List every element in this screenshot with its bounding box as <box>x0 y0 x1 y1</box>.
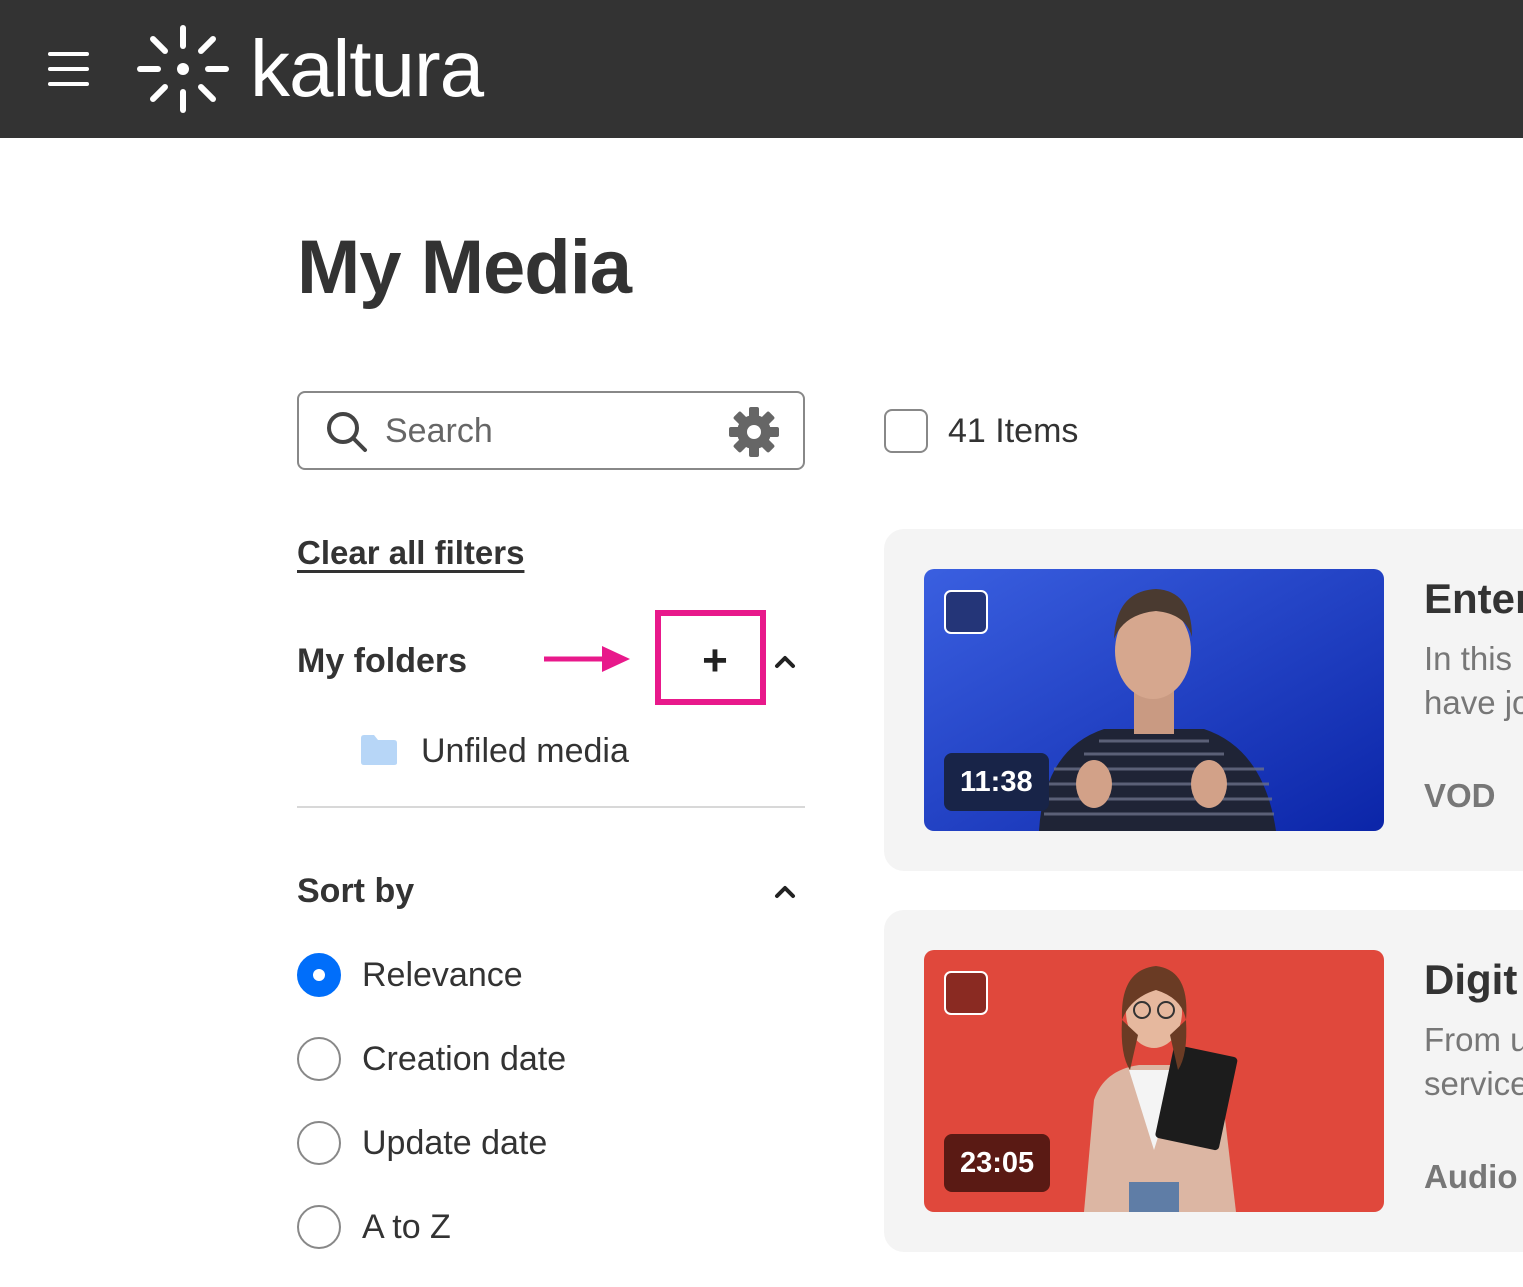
media-type: Audio <box>1424 1158 1518 1195</box>
sort-option-label: A to Z <box>362 1208 451 1246</box>
media-title[interactable]: Digit <box>1424 952 1517 1008</box>
clear-all-filters-link[interactable]: Clear all filters <box>297 530 524 576</box>
media-description: From u service <box>1424 1021 1523 1102</box>
gear-icon[interactable] <box>727 405 781 459</box>
search-box <box>297 391 805 470</box>
media-card: 23:05 Digit From u service Audio <box>884 910 1523 1252</box>
media-thumbnail[interactable]: 23:05 <box>924 950 1384 1212</box>
section-divider <box>297 806 805 808</box>
annotation-arrow-icon <box>544 646 630 672</box>
select-media-checkbox[interactable] <box>944 590 988 634</box>
media-description: In this have jo <box>1424 640 1523 721</box>
kaltura-logo-icon <box>137 25 229 113</box>
radio-button[interactable] <box>297 953 341 997</box>
radio-button[interactable] <box>297 1205 341 1249</box>
folders-collapse-chevron-icon[interactable] <box>771 651 799 671</box>
sort-option-label: Relevance <box>362 956 523 994</box>
select-all-checkbox[interactable] <box>884 409 928 453</box>
search-input[interactable] <box>385 407 705 455</box>
search-icon <box>327 412 367 452</box>
media-thumbnail[interactable]: 11:38 <box>924 569 1384 831</box>
sort-by-heading: Sort by <box>297 872 415 910</box>
radio-button[interactable] <box>297 1121 341 1165</box>
media-type: VOD <box>1424 777 1496 814</box>
duration-badge: 11:38 <box>944 753 1049 811</box>
media-title[interactable]: Enter <box>1424 571 1523 627</box>
folder-icon <box>361 735 397 765</box>
sort-option-label: Update date <box>362 1124 548 1162</box>
sort-collapse-chevron-icon[interactable] <box>771 881 799 901</box>
select-media-checkbox[interactable] <box>944 971 988 1015</box>
page-title: My Media <box>297 225 632 310</box>
hamburger-menu-icon[interactable] <box>48 50 90 88</box>
brand-name[interactable]: kaltura <box>250 22 484 116</box>
radio-button[interactable] <box>297 1037 341 1081</box>
items-count: 41 Items <box>948 412 1079 450</box>
add-folder-button[interactable]: + <box>690 636 740 686</box>
sort-option-label: Creation date <box>362 1040 567 1078</box>
my-folders-heading: My folders <box>297 642 468 680</box>
duration-badge: 23:05 <box>944 1134 1051 1192</box>
media-card: 11:38 Enter In this have jo VOD <box>884 529 1523 871</box>
top-navigation-bar: kaltura <box>0 0 1523 138</box>
folder-label: Unfiled media <box>421 732 629 770</box>
